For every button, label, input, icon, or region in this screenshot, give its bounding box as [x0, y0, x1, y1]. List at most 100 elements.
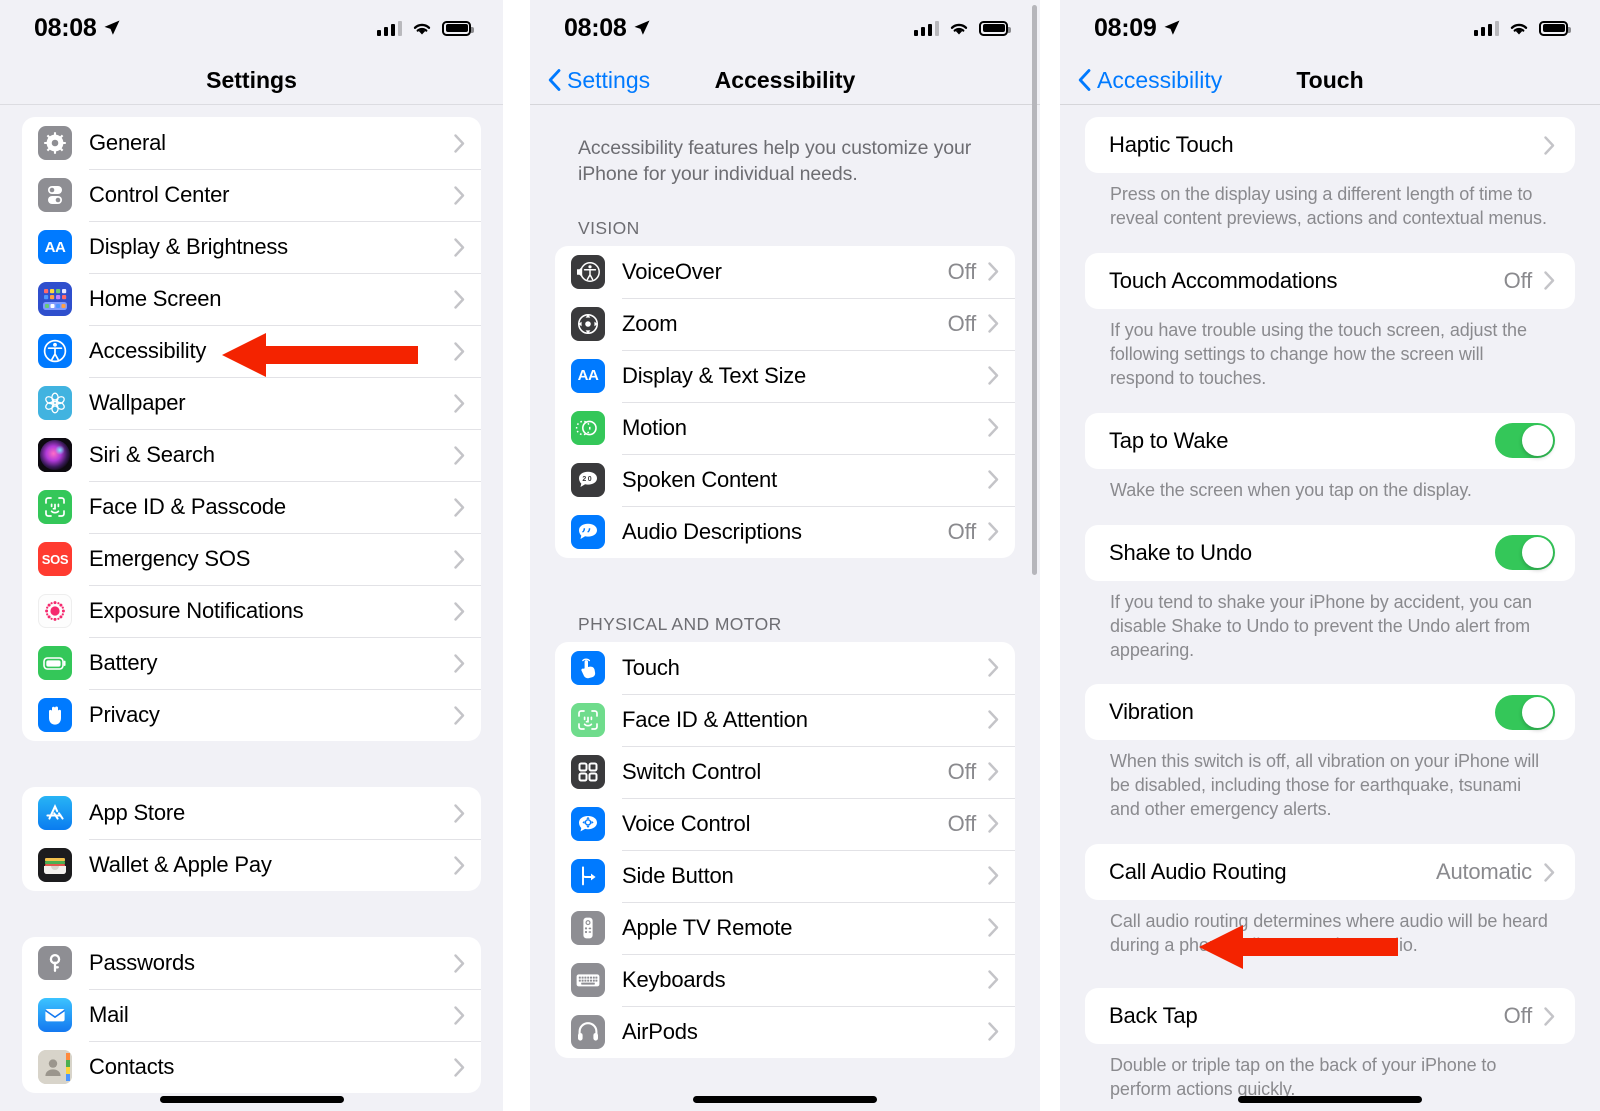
- settings-scroll-area[interactable]: General Control Center AA Display & Brig…: [0, 105, 503, 1111]
- settings-row-siri-search[interactable]: Siri & Search: [22, 429, 481, 481]
- row-value: Off: [947, 518, 977, 544]
- accessibility-icon: [38, 334, 72, 368]
- vertical-scrollbar[interactable]: [1032, 5, 1037, 575]
- settings-row-control-center[interactable]: Control Center: [22, 169, 481, 221]
- accessibility-row-voice-control[interactable]: Voice Control Off: [555, 797, 1015, 850]
- audio-descriptions-icon: [571, 514, 605, 549]
- settings-row-app-store[interactable]: App Store: [22, 787, 481, 839]
- switch-control-icon: [571, 754, 605, 789]
- row-label: Mail: [89, 1002, 129, 1027]
- accessibility-row-audio-descriptions[interactable]: Audio Descriptions Off: [555, 505, 1015, 558]
- settings-row-battery[interactable]: Battery: [22, 637, 481, 689]
- touch-row-haptic-touch[interactable]: Haptic Touch: [1085, 117, 1575, 173]
- vision-group: VoiceOver Off Zoom Off AA Display & Text…: [555, 245, 1015, 558]
- chevron-right-icon: [454, 393, 465, 413]
- touch-row-vibration[interactable]: Vibration: [1085, 684, 1575, 740]
- vibration-toggle[interactable]: [1495, 694, 1555, 730]
- settings-row-mail[interactable]: Mail: [22, 989, 481, 1041]
- chevron-right-icon: [454, 1057, 465, 1077]
- phone-screen-touch: 08:09 Accessibility Touch Haptic Touch P…: [1060, 0, 1600, 1111]
- settings-row-home-screen[interactable]: Home Screen: [22, 273, 481, 325]
- settings-row-privacy[interactable]: Privacy: [22, 689, 481, 741]
- settings-row-contacts[interactable]: Contacts: [22, 1041, 481, 1093]
- settings-row-display-brightness[interactable]: AA Display & Brightness: [22, 221, 481, 273]
- tap-to-wake-toggle[interactable]: [1495, 423, 1555, 459]
- settings-row-accessibility[interactable]: Accessibility: [22, 325, 481, 377]
- accessibility-row-switch-control[interactable]: Switch Control Off: [555, 745, 1015, 798]
- chevron-right-icon: [454, 705, 465, 725]
- row-label: Siri & Search: [89, 442, 215, 467]
- touch-scroll-area[interactable]: Haptic Touch Press on the display using …: [1060, 105, 1600, 1111]
- row-value: Off: [1503, 267, 1533, 293]
- chevron-right-icon: [454, 341, 465, 361]
- chevron-right-icon: [454, 445, 465, 465]
- chevron-right-icon: [988, 970, 999, 989]
- accessibility-row-face-id-attention[interactable]: Face ID & Attention: [555, 693, 1015, 746]
- row-label: Haptic Touch: [1109, 132, 1234, 157]
- status-bar-left: 08:08: [564, 14, 651, 43]
- row-label: Exposure Notifications: [89, 598, 304, 623]
- row-label: Wallpaper: [89, 390, 186, 415]
- accessibility-scroll-area[interactable]: Accessibility features help you customiz…: [530, 105, 1040, 1111]
- back-button-label: Accessibility: [1097, 66, 1223, 93]
- touch-row-shake-to-undo[interactable]: Shake to Undo: [1085, 525, 1575, 581]
- chevron-right-icon: [988, 814, 999, 833]
- page-title: Settings: [206, 66, 297, 93]
- accessibility-row-apple-tv-remote[interactable]: Apple TV Remote: [555, 901, 1015, 954]
- touch-group-haptic: Haptic Touch: [1085, 117, 1575, 173]
- battery-icon: [442, 20, 474, 36]
- footnote-touch-accommodations: If you have trouble using the touch scre…: [1110, 319, 1527, 388]
- three-phone-screenshots: 08:08 Settings General Control Center AA…: [0, 0, 1600, 1111]
- accessibility-row-touch[interactable]: Touch: [555, 642, 1015, 694]
- touch-row-back-tap[interactable]: Back Tap Off: [1085, 988, 1575, 1044]
- row-value: Off: [947, 258, 977, 284]
- cellular-bars-icon: [376, 20, 402, 36]
- settings-row-emergency-sos[interactable]: SOS Emergency SOS: [22, 533, 481, 585]
- row-label: Privacy: [89, 702, 160, 727]
- touch-row-tap-to-wake[interactable]: Tap to Wake: [1085, 413, 1575, 469]
- location-arrow-icon: [104, 20, 120, 35]
- display-brightness-icon: AA: [38, 230, 72, 264]
- screen-divider-1: [503, 0, 530, 1111]
- row-label: Vibration: [1109, 699, 1194, 725]
- location-arrow-icon: [1164, 20, 1180, 35]
- accessibility-row-airpods[interactable]: AirPods: [555, 1005, 1015, 1058]
- accessibility-row-zoom[interactable]: Zoom Off: [555, 297, 1015, 350]
- accessibility-row-keyboards[interactable]: Keyboards: [555, 953, 1015, 1006]
- row-label: Audio Descriptions: [622, 518, 802, 544]
- touch-row-call-audio-routing[interactable]: Call Audio Routing Automatic: [1085, 844, 1575, 900]
- settings-row-face-id-passcode[interactable]: Face ID & Passcode: [22, 481, 481, 533]
- touch-group-shake-to-undo: Shake to Undo: [1085, 524, 1575, 581]
- chevron-right-icon: [988, 658, 999, 677]
- chevron-right-icon: [1544, 863, 1555, 882]
- back-button-settings[interactable]: Settings: [548, 67, 650, 94]
- screen-divider-2: [1040, 0, 1060, 1111]
- accessibility-row-motion[interactable]: Motion: [555, 401, 1015, 454]
- row-label: Back Tap: [1109, 1003, 1198, 1029]
- back-button-accessibility[interactable]: Accessibility: [1078, 67, 1222, 94]
- home-screen-icon: [38, 282, 72, 316]
- svg-text:2: 2: [582, 475, 586, 482]
- accessibility-row-spoken-content[interactable]: 20 Spoken Content: [555, 453, 1015, 506]
- chevron-right-icon: [988, 1022, 999, 1041]
- home-indicator: [693, 1096, 877, 1103]
- chevron-right-icon: [454, 237, 465, 257]
- app-store-icon: [38, 796, 72, 830]
- zoom-icon: [571, 306, 605, 341]
- settings-row-passwords[interactable]: Passwords: [22, 937, 481, 989]
- battery-icon: [1539, 20, 1571, 36]
- accessibility-row-voiceover[interactable]: VoiceOver Off: [555, 246, 1015, 298]
- chevron-left-icon: [548, 69, 561, 91]
- row-label: App Store: [89, 800, 186, 825]
- settings-row-general[interactable]: General: [22, 117, 481, 169]
- row-label: Switch Control: [622, 758, 762, 784]
- accessibility-row-side-button[interactable]: Side Button: [555, 849, 1015, 902]
- settings-row-wallet-apple-pay[interactable]: Wallet & Apple Pay: [22, 839, 481, 891]
- settings-row-exposure-notifications[interactable]: Exposure Notifications: [22, 585, 481, 637]
- touch-row-touch-accommodations[interactable]: Touch Accommodations Off: [1085, 253, 1575, 309]
- settings-row-wallpaper[interactable]: Wallpaper: [22, 377, 481, 429]
- accessibility-row-display-text-size[interactable]: AA Display & Text Size: [555, 349, 1015, 402]
- status-bar-left: 08:08: [34, 14, 121, 43]
- shake-to-undo-toggle[interactable]: [1495, 535, 1555, 571]
- accessibility-intro-text: Accessibility features help you customiz…: [578, 137, 972, 186]
